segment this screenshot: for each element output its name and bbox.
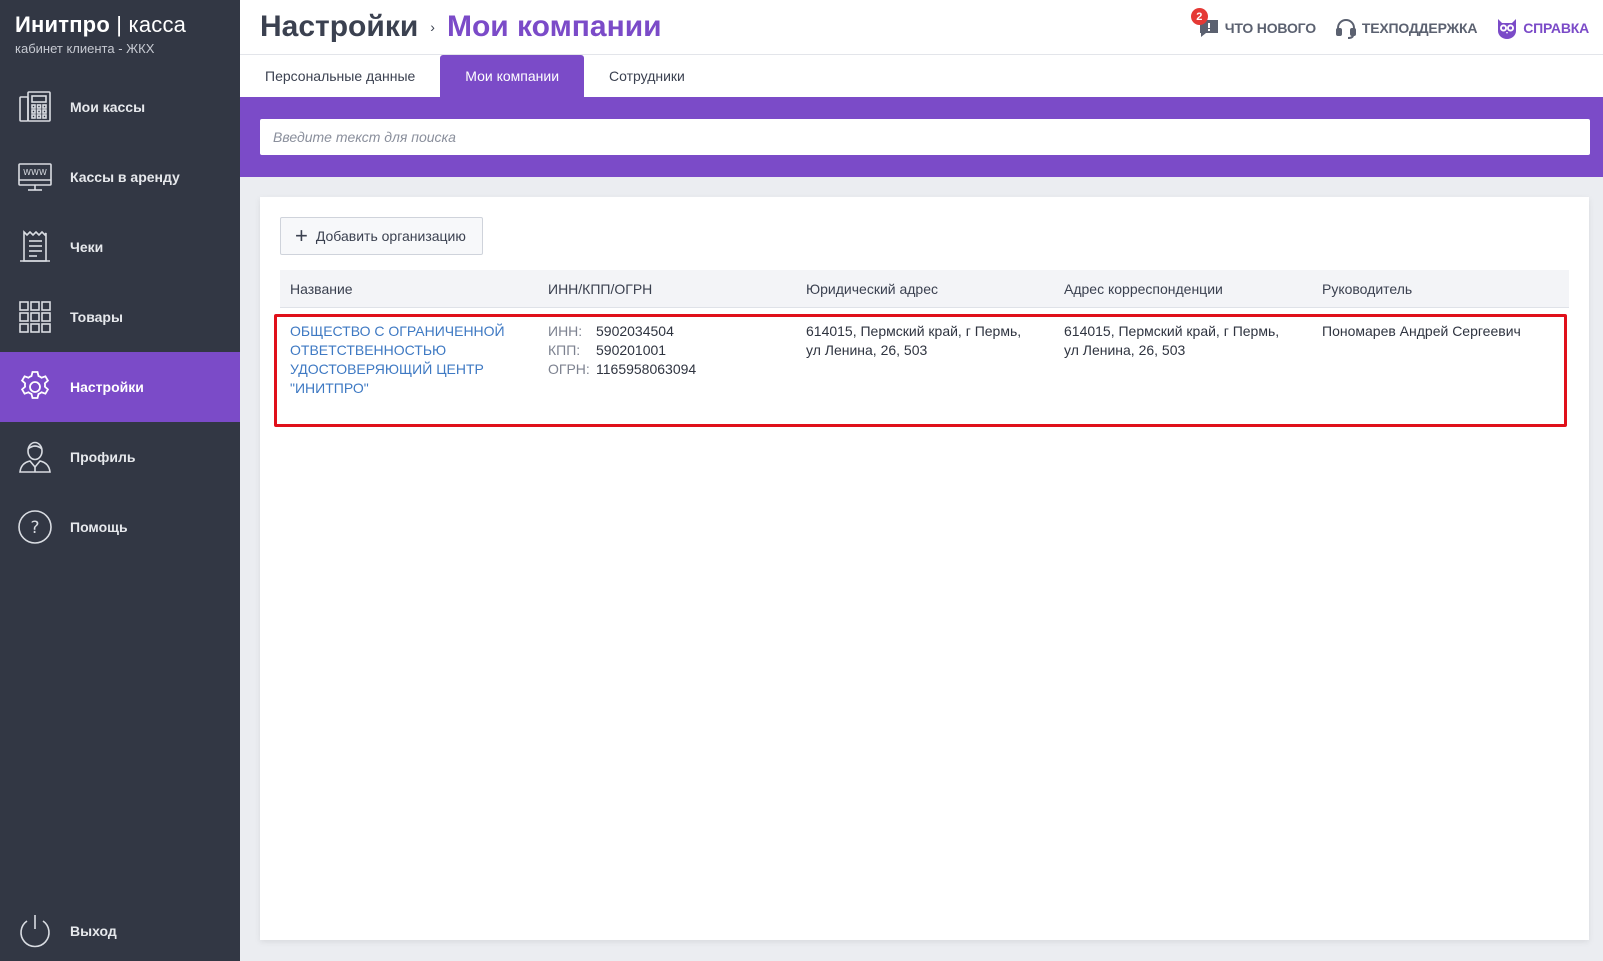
chat-icon: 2 [1190, 8, 1221, 40]
sidebar-item-help[interactable]: ? Помощь [0, 492, 240, 562]
sidebar-item-settings[interactable]: Настройки [0, 352, 240, 422]
gear-icon [17, 369, 53, 405]
help-link[interactable]: СПРАВКА [1495, 16, 1589, 40]
company-name-line: ОБЩЕСТВО С ОГРАНИЧЕННОЙ [290, 323, 505, 339]
support-link[interactable]: ТЕХПОДДЕРЖКА [1334, 16, 1477, 40]
ogrn-value: 1165958063094 [596, 361, 697, 377]
kpp-label: КПП: [548, 342, 581, 358]
top-actions: 2 ЧТО НОВОГО ТЕХПОДДЕРЖКА СПРАВКА [1179, 8, 1589, 40]
kpp-row: КПП: 590201001 [548, 341, 796, 360]
requisites-cell: ИНН: 5902034504 КПП: 590201001 ОГРН: 116… [538, 322, 796, 426]
user-icon [17, 439, 53, 475]
add-organization-label: Добавить организацию [315, 228, 466, 244]
question-icon: ? [17, 509, 53, 545]
mail-address-line: ул Ленина, 26, 503 [1064, 342, 1186, 358]
column-header-mail-address: Адрес корреспонденции [1064, 280, 1223, 297]
brand-subtitle: кабинет клиента - ЖКХ [15, 41, 155, 56]
power-icon [17, 913, 53, 949]
column-header-name: Название [290, 280, 353, 297]
brand-title: Инитпро | касса [15, 12, 186, 38]
sidebar-item-my-kassy[interactable]: Мои кассы [0, 72, 240, 142]
grid-icon [17, 299, 53, 335]
sidebar-item-profile[interactable]: Профиль [0, 422, 240, 492]
plus-icon: + [295, 223, 308, 248]
owl-icon [1495, 16, 1519, 40]
tab-employees[interactable]: Сотрудники [584, 55, 710, 97]
companies-table: Название ИНН/КПП/ОГРН Юридический адрес … [274, 270, 1569, 427]
add-organization-button[interactable]: + Добавить организацию [280, 217, 483, 255]
sidebar-item-label: Товары [70, 309, 123, 325]
director-cell: Пономарев Андрей Сергеевич [1322, 323, 1521, 339]
sidebar-item-rent[interactable]: WWW Кассы в аренду [0, 142, 240, 212]
top-header: Настройки › Мои компании 2 ЧТО НОВОГО ТЕ… [240, 0, 1603, 55]
cash-register-icon [17, 89, 53, 125]
svg-text:?: ? [30, 518, 39, 538]
whats-new-label: ЧТО НОВОГО [1224, 20, 1316, 36]
column-header-inn: ИНН/КПП/ОГРН [548, 280, 653, 297]
sidebar: Инитпро | касса кабинет клиента - ЖКХ Мо… [0, 0, 240, 961]
company-name-line: УДОСТОВЕРЯЮЩИЙ ЦЕНТР [290, 361, 484, 377]
sidebar-exit-wrap: Выход [0, 896, 240, 961]
ogrn-label: ОГРН: [548, 361, 590, 377]
mail-address-line: 614015, Пермский край, г Пермь, [1064, 323, 1280, 339]
tab-my-companies[interactable]: Мои компании [440, 55, 585, 97]
whats-new-link[interactable]: 2 ЧТО НОВОГО [1190, 8, 1316, 40]
page-title: Мои компании [446, 10, 662, 43]
brand-title-sep: | [109, 12, 129, 37]
receipt-icon [17, 229, 53, 265]
sidebar-item-label: Кассы в аренду [70, 169, 180, 185]
breadcrumb: Настройки › Мои компании [260, 10, 662, 44]
sidebar-item-goods[interactable]: Товары [0, 282, 240, 352]
table-row[interactable]: ОБЩЕСТВО С ОГРАНИЧЕННОЙ ОТВЕТСТВЕННОСТЬЮ… [274, 308, 1569, 427]
column-header-legal-address: Юридический адрес [806, 280, 939, 297]
tab-personal-data[interactable]: Персональные данные [240, 55, 440, 97]
breadcrumb-root[interactable]: Настройки [260, 10, 418, 44]
inn-row: ИНН: 5902034504 [548, 322, 796, 341]
brand-title-main: Инитпро [15, 12, 110, 37]
sidebar-item-label: Выход [70, 923, 117, 939]
brand: Инитпро | касса кабинет клиента - ЖКХ [15, 12, 186, 56]
sidebar-nav: Мои кассы WWW Кассы в аренду Чеки Товары… [0, 72, 240, 562]
table-header: Название ИНН/КПП/ОГРН Юридический адрес … [280, 270, 1569, 308]
kpp-value: 590201001 [596, 342, 667, 358]
headset-icon [1334, 16, 1358, 40]
sidebar-item-receipts[interactable]: Чеки [0, 212, 240, 282]
search-band [240, 97, 1603, 177]
legal-address-line: 614015, Пермский край, г Пермь, [806, 323, 1022, 339]
breadcrumb-separator-icon: › [430, 19, 435, 35]
support-label: ТЕХПОДДЕРЖКА [1361, 20, 1478, 36]
brand-title-rest: касса [128, 12, 187, 37]
sidebar-item-label: Помощь [70, 519, 128, 535]
legal-address-line: ул Ленина, 26, 503 [806, 342, 928, 358]
help-label: СПРАВКА [1523, 20, 1589, 36]
companies-card: + Добавить организацию Название ИНН/КПП/… [260, 197, 1589, 940]
sidebar-item-label: Профиль [70, 449, 136, 465]
company-name-line: ОТВЕТСТВЕННОСТЬЮ [290, 342, 447, 358]
legal-address-cell: 614015, Пермский край, г Пермь, ул Ленин… [796, 322, 1054, 426]
sidebar-item-label: Настройки [70, 379, 144, 395]
mail-address-cell: 614015, Пермский край, г Пермь, ул Ленин… [1054, 322, 1312, 426]
inn-label: ИНН: [548, 323, 583, 339]
svg-text:WWW: WWW [23, 168, 47, 177]
company-name-link[interactable]: ОБЩЕСТВО С ОГРАНИЧЕННОЙ ОТВЕТСТВЕННОСТЬЮ… [290, 322, 538, 398]
search-input[interactable] [260, 119, 1590, 155]
sidebar-item-exit[interactable]: Выход [0, 896, 240, 961]
company-name-cell: ОБЩЕСТВО С ОГРАНИЧЕННОЙ ОТВЕТСТВЕННОСТЬЮ… [280, 322, 538, 426]
column-header-director: Руководитель [1322, 280, 1413, 297]
sidebar-item-label: Мои кассы [70, 99, 146, 115]
www-monitor-icon: WWW [17, 159, 53, 195]
company-name-line: "ИНИТПРО" [290, 380, 369, 396]
inn-value: 5902034504 [596, 323, 674, 339]
notification-badge: 2 [1190, 8, 1208, 25]
ogrn-row: ОГРН: 1165958063094 [548, 360, 796, 379]
settings-tabs: Персональные данные Мои компании Сотрудн… [240, 55, 1603, 97]
sidebar-item-label: Чеки [70, 239, 104, 255]
